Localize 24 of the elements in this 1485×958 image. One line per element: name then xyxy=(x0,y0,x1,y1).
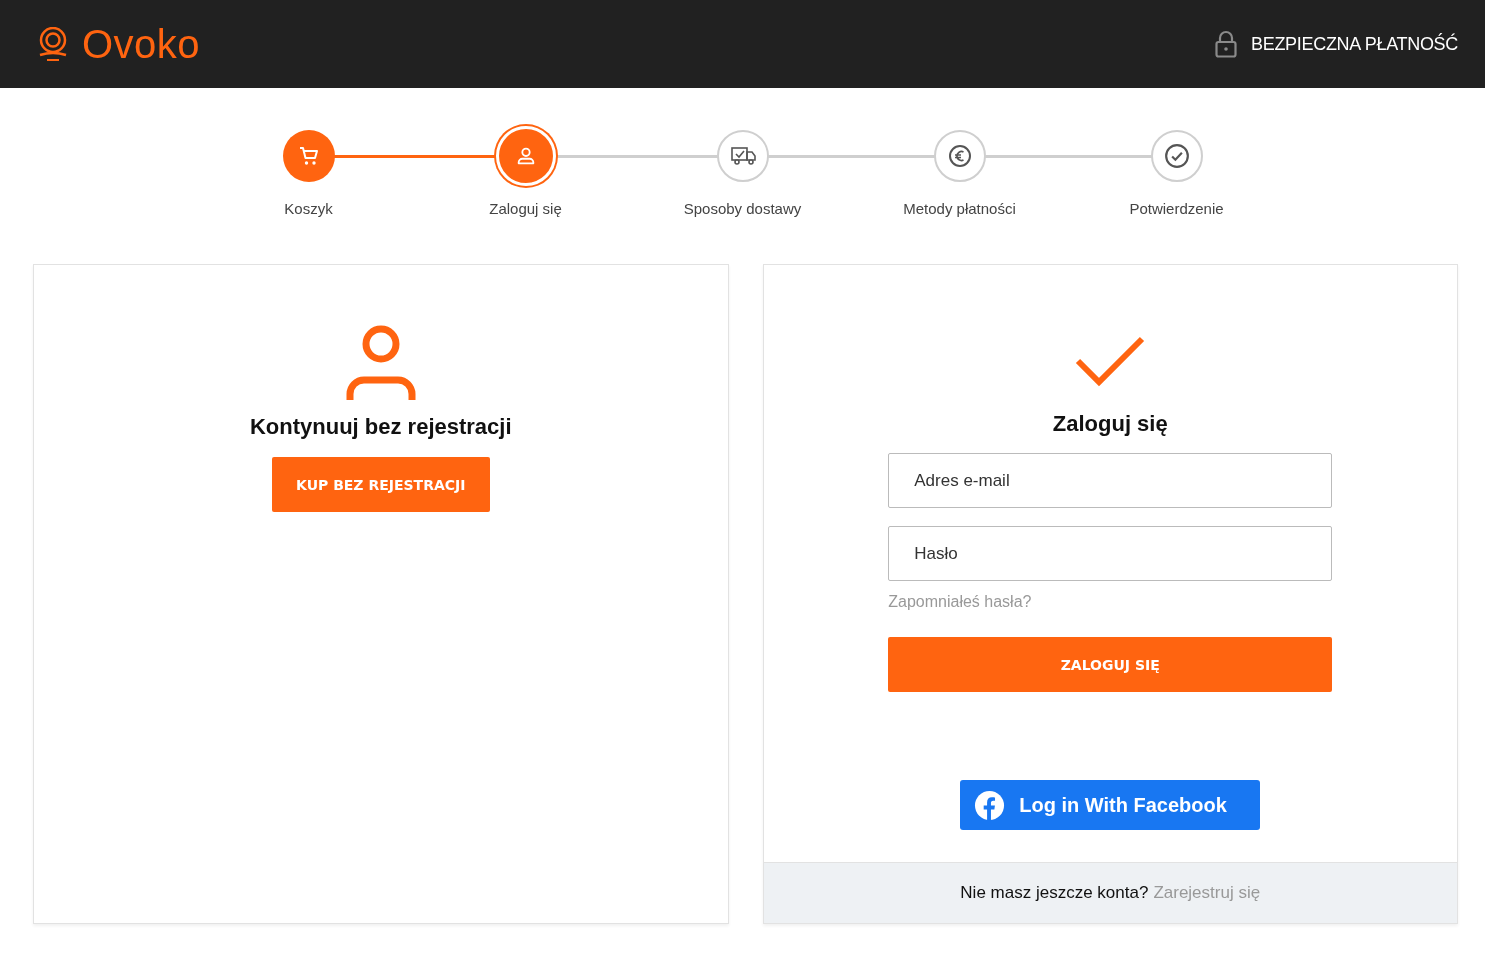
check-circle-icon xyxy=(1163,143,1190,169)
step-label: Zaloguj się xyxy=(489,200,562,217)
facebook-login-button[interactable]: Log in With Facebook xyxy=(960,780,1261,830)
password-field[interactable]: Hasło xyxy=(888,526,1333,581)
logo-icon xyxy=(38,27,68,61)
logo-text[interactable]: Ovoko xyxy=(82,21,201,67)
euro-coin-icon xyxy=(947,144,972,168)
no-account-text: Nie masz jeszcze konta? xyxy=(960,883,1149,903)
email-field[interactable]: Adres e-mail xyxy=(888,453,1333,508)
step-label: Metody płatności xyxy=(903,200,1016,217)
register-link[interactable]: Zarejestruj się xyxy=(1153,883,1261,903)
guest-checkout-button[interactable]: KUP BEZ REJESTRACJI xyxy=(271,457,490,512)
step-label: Koszyk xyxy=(284,200,333,217)
login-button[interactable]: ZALOGUJ SIĘ xyxy=(888,637,1333,692)
step-label: Potwierdzenie xyxy=(1129,200,1224,217)
login-title: Zaloguj się xyxy=(1052,411,1168,437)
facebook-icon xyxy=(974,789,1006,821)
checkmark-icon xyxy=(1075,335,1146,387)
step-label: Sposoby dostawy xyxy=(683,200,802,217)
secure-payment-label: BEZPIECZNA PŁATNOŚĆ xyxy=(1251,33,1458,55)
guest-title: Kontynuuj bez rejestracji xyxy=(249,414,512,440)
padlock-icon xyxy=(1215,30,1237,58)
forgot-password-link[interactable]: Zapomniałeś hasła? xyxy=(888,593,1333,611)
user-icon xyxy=(345,324,416,402)
